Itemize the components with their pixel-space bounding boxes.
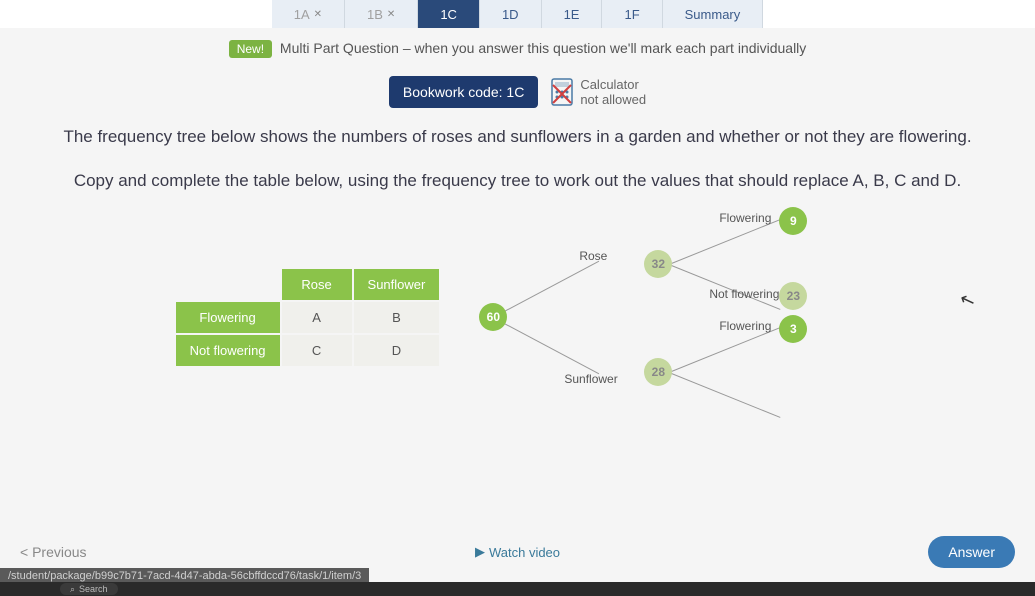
table-corner (176, 269, 280, 300)
video-icon: ▶ (475, 544, 485, 560)
tree-root: 60 (479, 303, 507, 331)
table-row-flowering: Flowering (176, 302, 280, 333)
frequency-table: Rose Sunflower Flowering A B Not floweri… (176, 269, 440, 366)
calculator-not-allowed: not allowed (580, 92, 646, 107)
close-icon: ✕ (387, 9, 395, 20)
table-cell-c: C (282, 335, 352, 366)
bookwork-code: Bookwork code: 1C (389, 76, 538, 108)
tree-node-rose: 32 (644, 250, 672, 278)
search-icon: ⌕ (70, 584, 75, 595)
tab-1d[interactable]: 1D (480, 0, 542, 28)
watch-video-button[interactable]: ▶ Watch video (475, 544, 560, 560)
tree-node-sun-flowering: 3 (779, 315, 807, 343)
question-paragraph-1: The frequency tree below shows the numbe… (0, 120, 1035, 154)
bookwork-row: Bookwork code: 1C Calculator not allowed (0, 68, 1035, 120)
calculator-label: Calculator (580, 77, 646, 92)
calculator-status: Calculator not allowed (550, 77, 646, 107)
new-badge: New! (229, 40, 272, 58)
table-row-notflowering: Not flowering (176, 335, 280, 366)
tab-1f[interactable]: 1F (602, 0, 662, 28)
taskbar-search[interactable]: ⌕ Search (60, 583, 118, 595)
tree-node-sunflower: 28 (644, 358, 672, 386)
multipart-notice: New! Multi Part Question – when you answ… (0, 28, 1035, 68)
tree-label-rose-flowering: Flowering (719, 211, 771, 225)
table-cell-d: D (354, 335, 440, 366)
previous-button[interactable]: < Previous (20, 544, 87, 560)
table-cell-a: A (282, 302, 352, 333)
calculator-icon (550, 78, 574, 106)
tree-label-rose: Rose (579, 249, 607, 263)
answer-button[interactable]: Answer (928, 536, 1015, 568)
frequency-tree: 60 Rose Sunflower 32 28 Flowering Not fl… (479, 217, 859, 417)
table-col-sunflower: Sunflower (354, 269, 440, 300)
tab-1b[interactable]: 1B ✕ (345, 0, 418, 28)
close-icon: ✕ (314, 9, 322, 20)
multipart-text: Multi Part Question – when you answer th… (280, 40, 806, 56)
tree-label-rose-notflowering: Not flowering (709, 287, 779, 301)
tab-1c[interactable]: 1C (418, 0, 480, 28)
content-area: Rose Sunflower Flowering A B Not floweri… (0, 217, 1035, 417)
tree-label-sunflower: Sunflower (564, 372, 617, 386)
footer: < Previous ▶ Watch video Answer (0, 536, 1035, 568)
table-col-rose: Rose (282, 269, 352, 300)
taskbar: ⌕ Search (0, 582, 1035, 596)
table-cell-b: B (354, 302, 440, 333)
question-tabs: 1A ✕ 1B ✕ 1C 1D 1E 1F Summary (0, 0, 1035, 28)
tree-node-rose-flowering: 9 (779, 207, 807, 235)
tab-1a[interactable]: 1A ✕ (272, 0, 345, 28)
tree-node-rose-notflowering: 23 (779, 282, 807, 310)
question-paragraph-2: Copy and complete the table below, using… (0, 164, 1035, 198)
tab-1e[interactable]: 1E (542, 0, 603, 28)
tab-summary[interactable]: Summary (663, 0, 764, 28)
tree-label-sun-flowering: Flowering (719, 319, 771, 333)
